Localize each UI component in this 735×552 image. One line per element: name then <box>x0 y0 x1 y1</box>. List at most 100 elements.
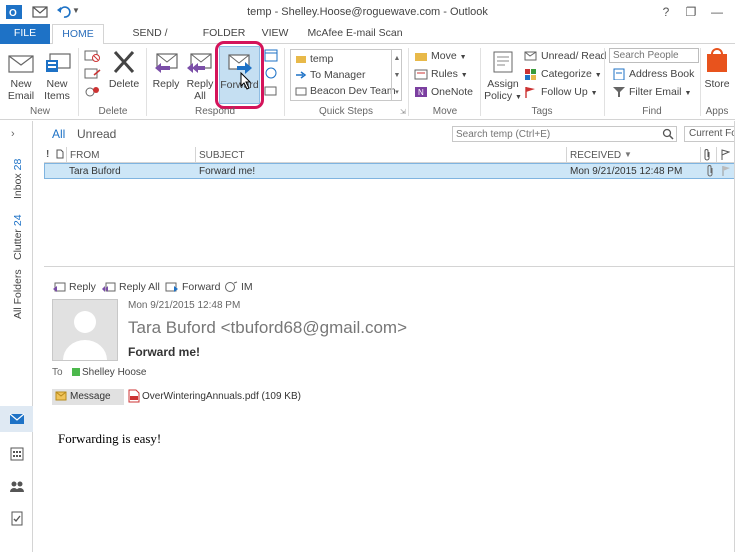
tab-view[interactable]: VIEW <box>254 24 296 44</box>
quick-steps-launcher-icon[interactable]: ⇲ <box>400 108 406 116</box>
nav-all-folders[interactable]: All Folders <box>12 269 24 319</box>
search-scope-dropdown[interactable]: Current Fo <box>684 126 735 142</box>
junk-icon[interactable] <box>84 84 102 101</box>
message-tab[interactable]: Message <box>52 389 124 405</box>
calendar-icon[interactable] <box>9 446 25 462</box>
tab-send-receive[interactable]: SEND / RECEIVE <box>108 24 192 58</box>
onenote-label: OneNote <box>431 86 474 98</box>
move-button[interactable]: Move ▼ <box>414 48 467 64</box>
col-importance[interactable]: ! <box>46 149 49 160</box>
categorize-button[interactable]: Categorize ▼ <box>524 66 602 82</box>
reading-reply-all-button[interactable]: Reply All <box>102 281 160 293</box>
table-row[interactable]: Tara Buford Forward me! Mon 9/21/2015 12… <box>44 163 735 179</box>
search-icon[interactable] <box>662 128 674 143</box>
ribbon-display-options-button[interactable]: ❐ <box>680 3 702 21</box>
quick-step-to-manager[interactable]: To Manager <box>295 67 365 83</box>
new-email-label-2: Email <box>7 90 35 102</box>
quick-steps-scroll[interactable]: ▲ ▼ ▾ <box>391 50 402 101</box>
attachment-column-icon[interactable] <box>704 149 712 164</box>
sort-descending-icon[interactable]: ▼ <box>624 150 632 159</box>
people-icon[interactable] <box>9 478 25 494</box>
mail-icon[interactable] <box>9 411 25 427</box>
filter-icon <box>613 87 625 98</box>
tab-file[interactable]: FILE <box>0 24 50 44</box>
to-recipient[interactable]: Shelley Hoose <box>82 367 146 378</box>
reminder-column-icon[interactable] <box>56 149 64 162</box>
flag-icon <box>525 87 535 99</box>
search-mailbox-input[interactable] <box>452 126 677 142</box>
row-flag-icon[interactable] <box>721 165 731 180</box>
group-separator <box>78 48 79 116</box>
clean-up-icon[interactable] <box>84 66 102 83</box>
unread-read-icon <box>524 51 537 61</box>
meeting-icon[interactable] <box>264 48 278 65</box>
store-label: Store <box>704 78 730 90</box>
new-items-button[interactable]: New Items <box>38 48 76 102</box>
avatar <box>52 299 118 361</box>
reading-pane-divider[interactable] <box>44 266 735 267</box>
message-list-header: ! FROM SUBJECT RECEIVED ▼ <box>44 147 735 163</box>
expand-folder-pane-icon[interactable]: › <box>11 128 15 140</box>
filter-unread[interactable]: Unread <box>77 127 116 141</box>
quick-steps-gallery: temp To Manager Beacon Dev Team ▲ ▼ ▾ <box>290 49 402 101</box>
reply-all-label-1: Reply <box>186 78 214 90</box>
reading-im-button[interactable]: IM <box>224 281 253 293</box>
reply-all-label-2: All <box>194 90 206 102</box>
filter-email-button[interactable]: Filter Email ▼ <box>612 84 691 100</box>
follow-up-button[interactable]: Follow Up ▼ <box>524 84 598 100</box>
onenote-button[interactable]: N OneNote <box>414 84 473 100</box>
address-book-button[interactable]: Address Book <box>612 66 694 82</box>
delete-button[interactable]: Delete <box>106 48 142 90</box>
rules-button[interactable]: Rules ▼ <box>414 66 468 82</box>
more-respond-icon[interactable] <box>264 84 278 101</box>
store-button[interactable]: Store <box>702 48 732 90</box>
ignore-icon[interactable] <box>84 48 100 65</box>
pdf-file-icon <box>128 389 140 403</box>
unread-read-button[interactable]: Unread/ Read <box>524 48 606 64</box>
categorize-label: Categorize <box>541 68 592 80</box>
quick-step-beacon-label: Beacon Dev Team <box>310 85 396 97</box>
group-separator <box>604 48 605 116</box>
move-folder-icon <box>415 53 427 62</box>
group-label-new: New <box>29 106 50 117</box>
search-people-input[interactable] <box>609 48 699 63</box>
row-subject: Forward me! <box>199 166 256 177</box>
nav-inbox[interactable]: Inbox 28 <box>12 159 24 199</box>
forward-arrow-icon <box>296 71 307 79</box>
col-subject[interactable]: SUBJECT <box>199 150 245 161</box>
reading-forward-button[interactable]: Forward <box>165 281 221 293</box>
filter-all[interactable]: All <box>52 127 65 141</box>
new-items-label-2: Items <box>44 90 70 102</box>
attachment-item[interactable]: OverWinteringAnnuals.pdf (109 KB) <box>128 389 301 405</box>
flag-column-icon[interactable] <box>720 149 731 164</box>
follow-up-label: Follow Up <box>541 86 588 98</box>
group-label-quick-steps: Quick Steps <box>319 106 373 117</box>
reply-button[interactable]: Reply <box>150 48 182 90</box>
tasks-icon[interactable] <box>9 510 25 526</box>
reply-small-icon <box>53 282 66 293</box>
help-button[interactable]: ? <box>655 3 677 21</box>
col-received[interactable]: RECEIVED <box>570 150 621 161</box>
new-email-label-1: New <box>10 78 32 90</box>
rules-icon <box>414 69 428 80</box>
im-reply-icon[interactable] <box>264 66 278 83</box>
tab-home[interactable]: HOME <box>52 24 104 45</box>
reply-all-button[interactable]: Reply All <box>184 48 216 102</box>
reading-reply-button[interactable]: Reply <box>52 281 96 293</box>
nav-clutter[interactable]: Clutter 24 <box>12 214 24 260</box>
im-small-icon <box>225 281 238 293</box>
store-icon <box>705 48 729 76</box>
row-from: Tara Buford <box>69 166 121 177</box>
team-email-icon <box>295 87 307 96</box>
assign-policy-button[interactable]: Assign Policy ▼ <box>484 48 522 104</box>
quick-step-temp[interactable]: temp <box>295 51 333 67</box>
new-email-button[interactable]: New Email <box>4 48 38 102</box>
nav-clutter-label: Clutter <box>12 229 24 260</box>
message-sender[interactable]: Tara Buford <tbuford68@gmail.com> <box>128 318 407 338</box>
minimize-button[interactable]: — <box>706 3 728 21</box>
col-from[interactable]: FROM <box>70 150 99 161</box>
window-title: temp - Shelley.Hoose@roguewave.com - Out… <box>247 6 488 18</box>
quick-step-beacon-dev-team[interactable]: Beacon Dev Team <box>295 83 396 99</box>
onenote-icon: N <box>415 87 427 98</box>
tab-mcafee[interactable]: McAfee E-mail Scan <box>300 24 410 44</box>
